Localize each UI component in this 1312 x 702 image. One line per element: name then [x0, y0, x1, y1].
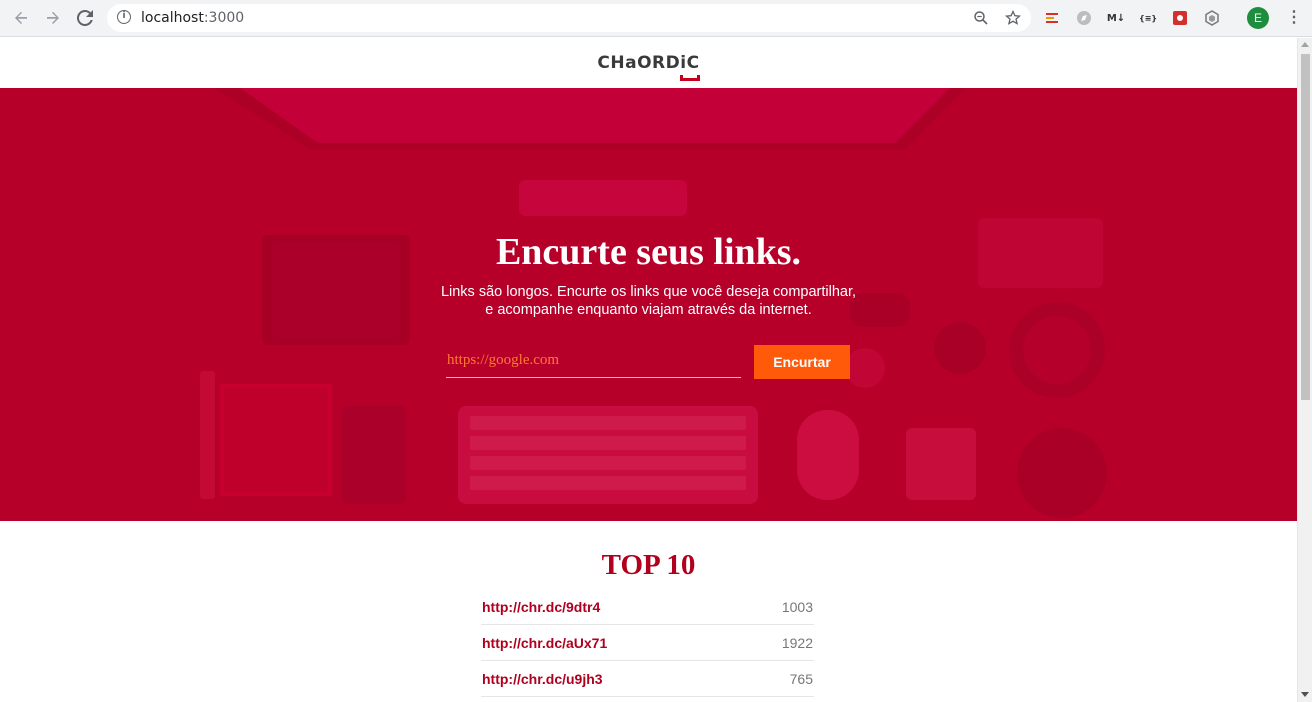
json-extension-icon[interactable]: {≡}	[1138, 8, 1158, 28]
site-header: CHaORDiC	[0, 38, 1297, 88]
chaordic-logo[interactable]: CHaORDiC	[597, 53, 700, 81]
hero-subtitle-line-1: Links são longos. Encurte os links que v…	[440, 284, 857, 300]
top10-link[interactable]: http://chr.dc/aUx71	[482, 635, 607, 651]
top10-section: TOP 10 http://chr.dc/9dtr4 1003 http://c…	[0, 521, 1297, 702]
top10-row: http://chr.dc/aUx71 1922	[481, 625, 814, 661]
forward-arrow-icon[interactable]	[41, 6, 65, 30]
top10-count: 765	[789, 670, 813, 687]
hero-section: Encurte seus links. Links são longos. En…	[0, 88, 1297, 521]
extension-6-icon[interactable]	[1202, 8, 1222, 28]
top10-link[interactable]: http://chr.dc/9dtr4	[482, 599, 600, 615]
top10-list: http://chr.dc/9dtr4 1003 http://chr.dc/a…	[481, 589, 814, 697]
extension-5-icon[interactable]	[1170, 8, 1190, 28]
logo-bracket-mark	[679, 75, 700, 81]
extension-2-icon[interactable]	[1074, 8, 1094, 28]
page-viewport: CHaORDiC Encurte seus links. Links são l…	[0, 38, 1297, 702]
logo-text: CHaORDiC	[597, 53, 700, 73]
back-arrow-icon[interactable]	[9, 6, 33, 30]
top10-row: http://chr.dc/u9jh3 765	[481, 661, 814, 697]
page-scrollbar[interactable]	[1297, 38, 1312, 702]
markdown-extension-icon[interactable]: M↓	[1106, 8, 1126, 28]
url-input[interactable]	[446, 344, 741, 378]
reload-icon[interactable]	[73, 6, 97, 30]
browser-toolbar: i localhost:3000 M↓ {≡} E ⋮	[0, 0, 1312, 37]
scroll-up-arrow-icon[interactable]	[1301, 42, 1309, 47]
browser-menu-icon[interactable]: ⋮	[1284, 7, 1304, 29]
bookmark-star-icon[interactable]	[1003, 8, 1023, 28]
site-info-icon[interactable]: i	[117, 10, 131, 24]
shorten-button[interactable]: Encurtar	[754, 345, 850, 379]
top10-title: TOP 10	[601, 549, 696, 581]
hero-subtitle-line-2: e acompanhe enquanto viajam através da i…	[485, 302, 812, 318]
top10-count: 1003	[781, 598, 813, 615]
top10-row: http://chr.dc/9dtr4 1003	[481, 589, 814, 625]
hero-content: Encurte seus links. Links são longos. En…	[0, 88, 1297, 521]
address-bar[interactable]: i localhost:3000	[107, 4, 1031, 32]
scrollbar-thumb[interactable]	[1301, 54, 1310, 400]
hero-subtitle: Links são longos. Encurte os links que v…	[0, 283, 1297, 319]
top10-link[interactable]: http://chr.dc/u9jh3	[482, 671, 603, 687]
extension-1-icon[interactable]	[1042, 8, 1062, 28]
scroll-down-arrow-icon[interactable]	[1301, 692, 1309, 697]
zoom-icon[interactable]	[971, 8, 991, 28]
profile-avatar[interactable]: E	[1247, 7, 1269, 29]
address-url[interactable]: localhost:3000	[141, 10, 244, 26]
top10-count: 1922	[781, 634, 813, 651]
hero-title: Encurte seus links.	[495, 231, 802, 273]
